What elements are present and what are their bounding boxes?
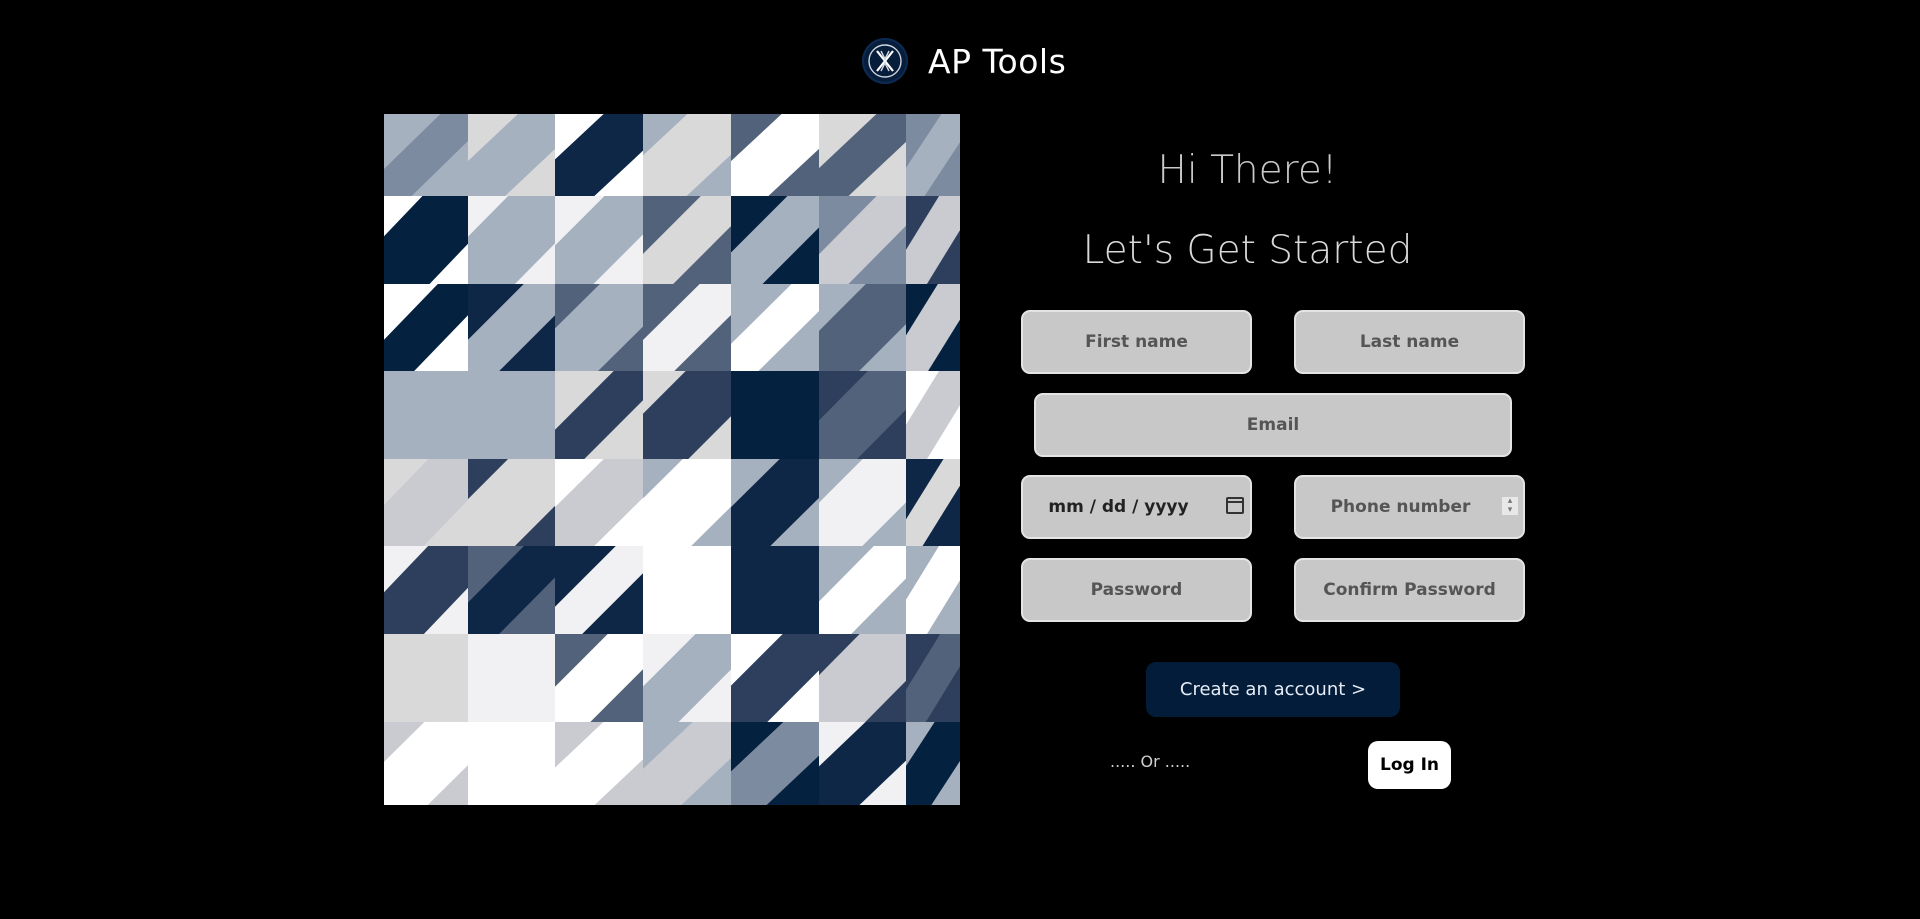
last-name-field[interactable]: Last name (1294, 310, 1525, 374)
phone-field[interactable]: Phone number ▴ ▾ (1294, 475, 1525, 539)
email-field[interactable]: Email (1034, 393, 1512, 457)
greeting-title: Hi There! (1157, 148, 1338, 193)
create-account-button[interactable]: Create an account > (1146, 662, 1400, 717)
birthdate-field[interactable]: mm / dd / yyyy (1021, 475, 1252, 539)
phone-placeholder: Phone number (1330, 497, 1471, 517)
email-placeholder: Email (1246, 415, 1300, 435)
calendar-icon[interactable] (1226, 497, 1244, 514)
first-name-field[interactable]: First name (1021, 310, 1252, 374)
decorative-mosaic-image (384, 114, 960, 805)
login-button[interactable]: Log In (1368, 741, 1451, 789)
first-name-placeholder: First name (1085, 332, 1188, 352)
brand-name: AP Tools (928, 41, 1067, 81)
confirm-password-field[interactable]: Confirm Password (1294, 558, 1525, 622)
or-divider: ..... Or ..... (1110, 752, 1191, 771)
ap-tools-logo-icon (862, 38, 908, 84)
confirm-password-placeholder: Confirm Password (1323, 580, 1496, 600)
date-placeholder: mm / dd / yyyy (1048, 497, 1189, 517)
password-placeholder: Password (1090, 580, 1183, 600)
number-stepper-icon[interactable]: ▴ ▾ (1502, 497, 1518, 515)
last-name-placeholder: Last name (1359, 332, 1460, 352)
signup-form: Hi There! Let's Get Started First name L… (1000, 114, 1560, 814)
greeting-subtitle: Let's Get Started (1082, 228, 1413, 273)
brand: AP Tools (862, 38, 1066, 84)
password-field[interactable]: Password (1021, 558, 1252, 622)
